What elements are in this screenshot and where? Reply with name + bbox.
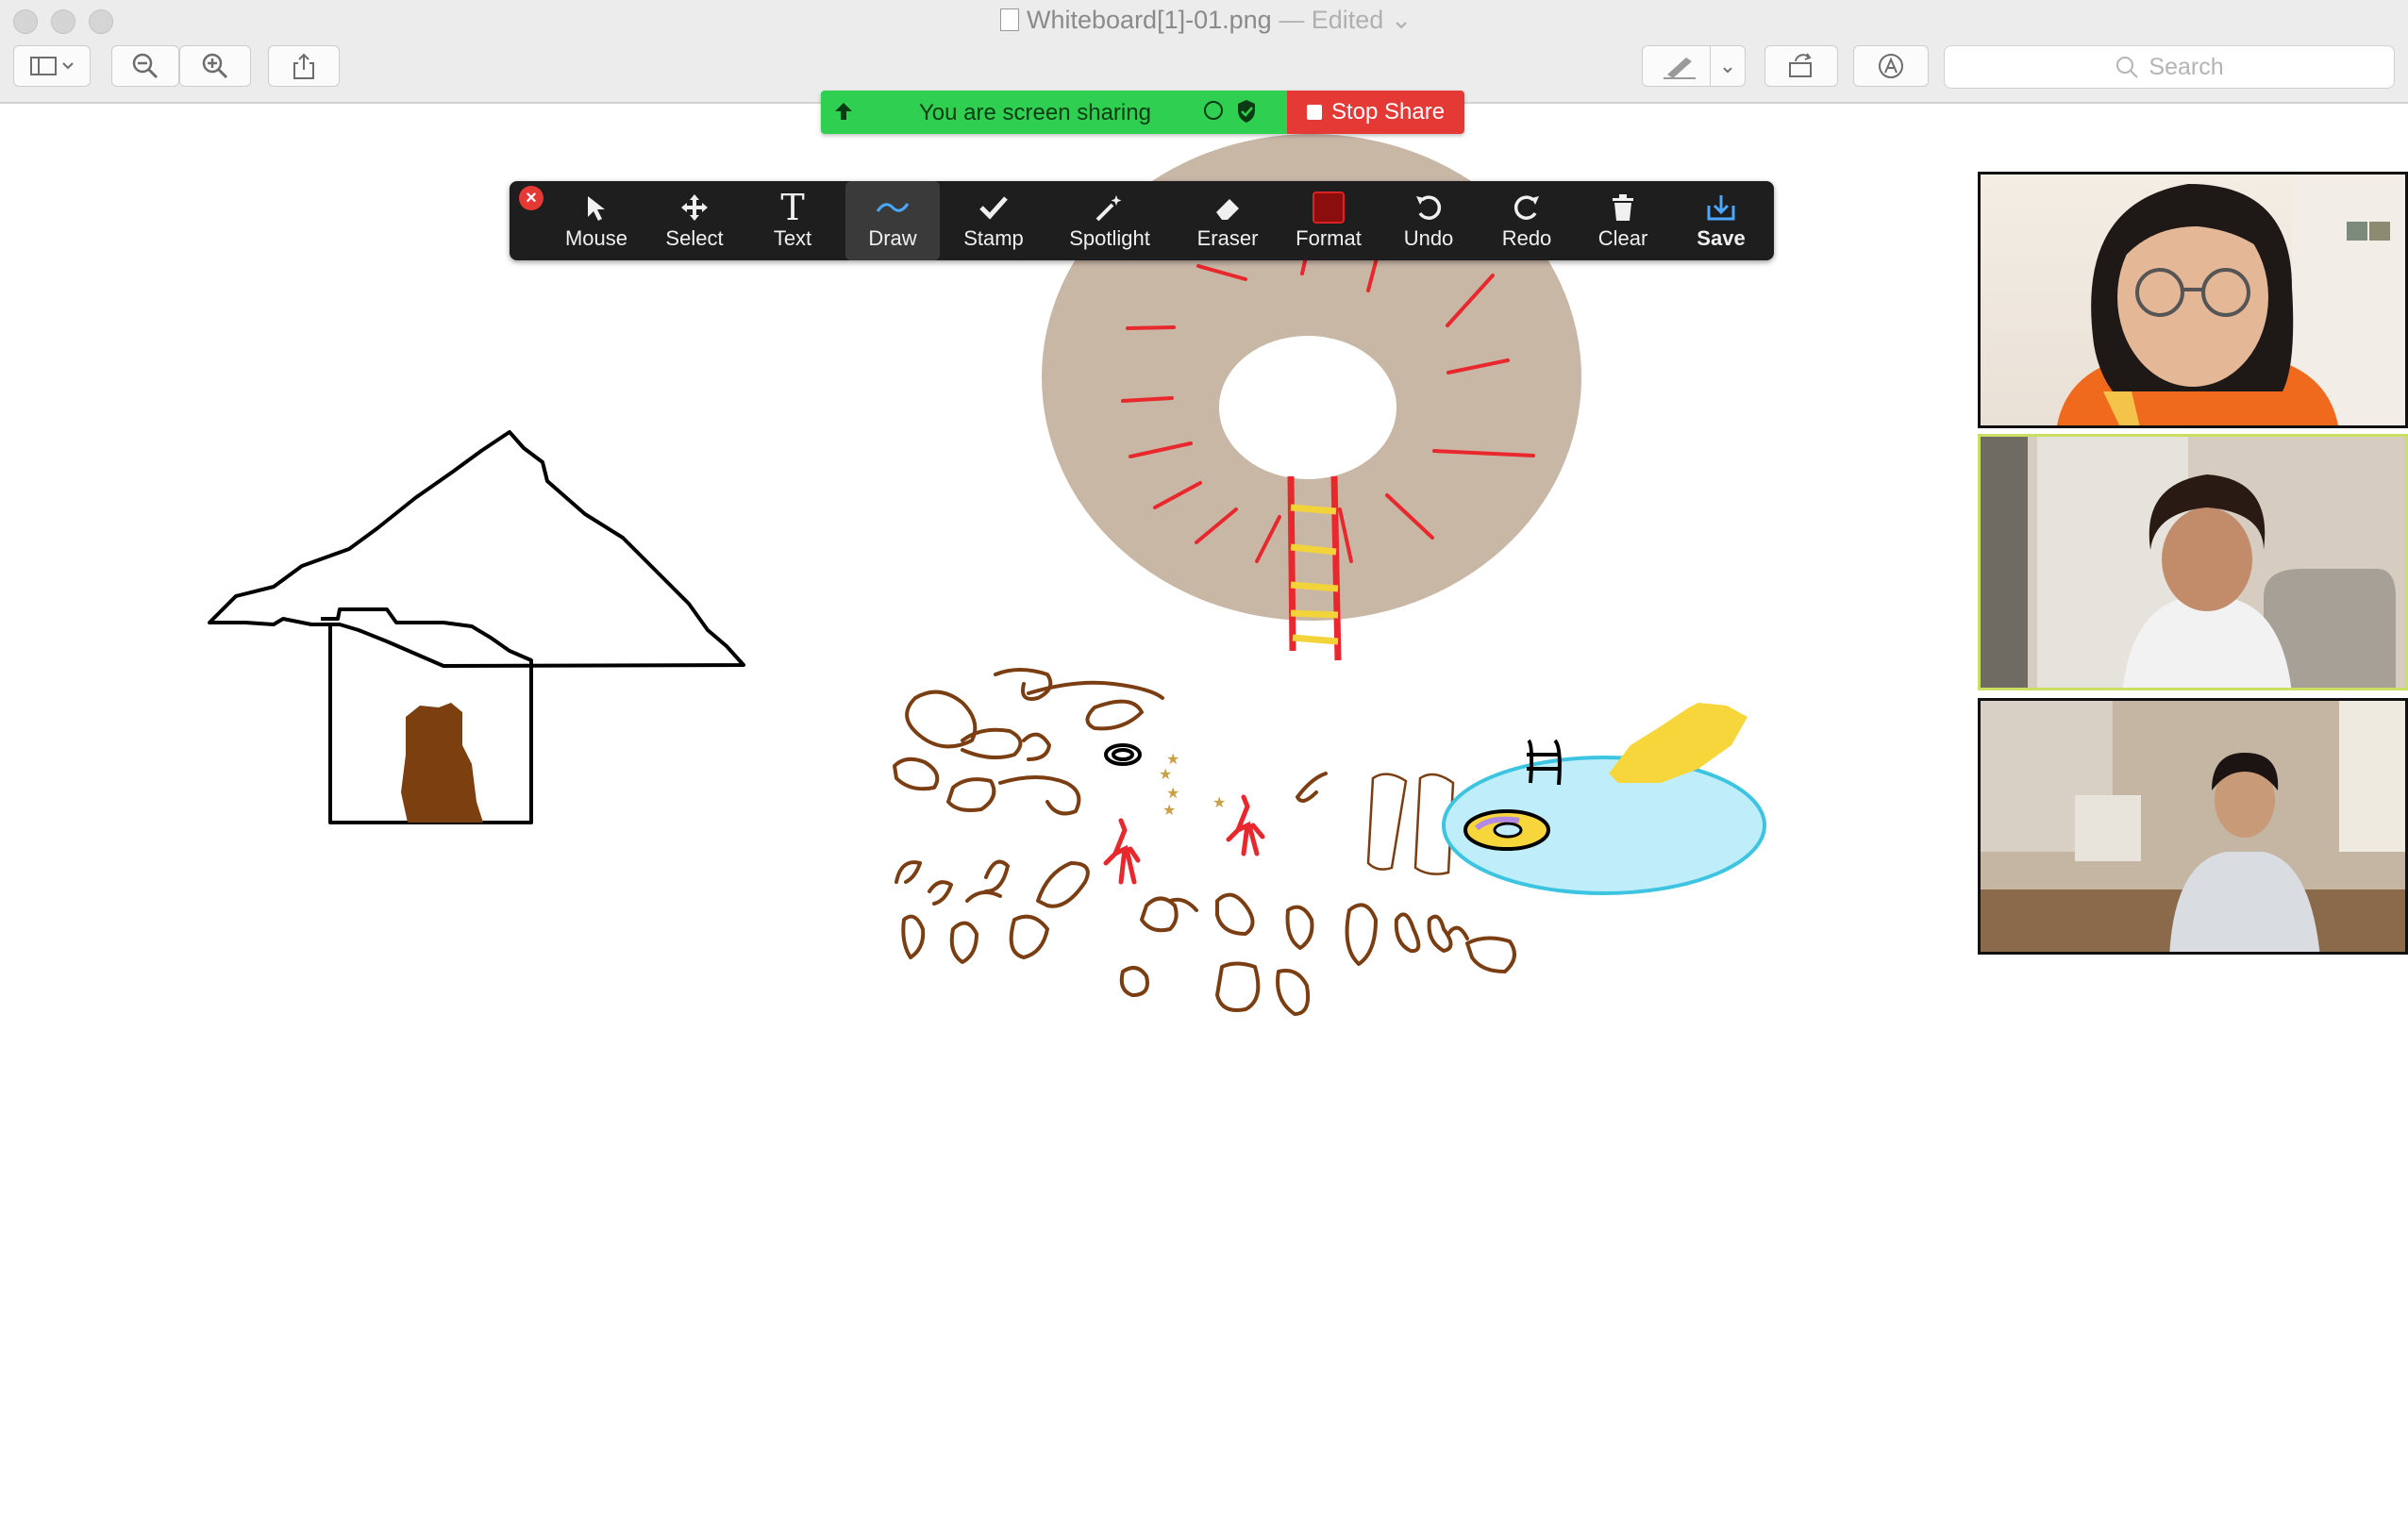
tool-label: Redo xyxy=(1501,226,1552,250)
close-annotation-icon[interactable]: × xyxy=(519,186,543,210)
tool-label: Clear xyxy=(1597,226,1648,250)
color-swatch-icon xyxy=(1313,189,1345,226)
sharing-status[interactable]: You are screen sharing xyxy=(821,91,1287,134)
svg-text:★: ★ xyxy=(1212,793,1226,811)
pool-float xyxy=(1609,703,1747,783)
tool-label: Stamp xyxy=(963,226,1024,250)
tool-stamp[interactable]: Stamp xyxy=(942,181,1045,260)
video-tile-participant-3[interactable] xyxy=(1978,698,2408,955)
sharing-status-text: You are screen sharing xyxy=(919,100,1151,125)
bowl-doodle xyxy=(1104,743,1142,766)
tool-label: Eraser xyxy=(1196,226,1259,250)
tool-label: Undo xyxy=(1403,226,1454,250)
tool-undo[interactable]: Undo xyxy=(1381,181,1476,260)
svg-text:★: ★ xyxy=(1162,801,1176,819)
participant-avatar xyxy=(2057,175,2405,425)
redo-icon xyxy=(1511,189,1543,226)
text-icon: T xyxy=(780,187,805,228)
sharing-indicator-icon xyxy=(1204,101,1223,120)
tool-text[interactable]: T Text xyxy=(745,181,840,260)
log-doodles xyxy=(1366,773,1455,875)
stop-share-label: Stop Share xyxy=(1330,99,1446,125)
video-tile-participant-2[interactable] xyxy=(1978,434,2408,690)
checkmark-icon xyxy=(978,189,1009,226)
tool-draw[interactable]: Draw xyxy=(845,181,940,260)
participant-avatar xyxy=(1981,437,2405,688)
tool-label: Save xyxy=(1697,226,1746,250)
house-drawing xyxy=(208,430,745,824)
shield-icon[interactable] xyxy=(1236,99,1257,130)
trash-icon xyxy=(1610,189,1636,226)
share-arrow-icon xyxy=(832,100,855,129)
tool-label: Text xyxy=(773,226,812,250)
tool-save[interactable]: Save xyxy=(1674,181,1768,260)
red-figures xyxy=(1103,794,1265,885)
video-tile-participant-1[interactable] xyxy=(1978,172,2408,428)
tool-eraser[interactable]: Eraser xyxy=(1176,181,1279,260)
undo-icon xyxy=(1413,189,1445,226)
pool-donut-float xyxy=(1463,809,1550,851)
donut-hole xyxy=(1219,336,1396,479)
stop-icon xyxy=(1306,105,1322,120)
tool-label: Draw xyxy=(868,226,917,250)
pool-drawing xyxy=(1442,703,1766,895)
tool-clear[interactable]: Clear xyxy=(1576,181,1670,260)
screen-sharing-banner: You are screen sharing Stop Share xyxy=(821,91,1464,134)
tool-redo[interactable]: Redo xyxy=(1480,181,1574,260)
eraser-icon xyxy=(1212,189,1243,226)
star-doodles: ★★★★ ★ xyxy=(1159,750,1226,819)
tool-select[interactable]: Select xyxy=(647,181,742,260)
svg-text:★: ★ xyxy=(1159,765,1172,783)
tool-label: Select xyxy=(665,226,724,250)
magic-wand-icon xyxy=(1094,189,1126,226)
draw-squiggle-icon xyxy=(876,189,910,226)
save-download-icon xyxy=(1705,189,1737,226)
participant-avatar xyxy=(1981,701,2405,952)
tool-mouse[interactable]: Mouse xyxy=(549,181,644,260)
tool-format[interactable]: Format xyxy=(1281,181,1376,260)
tool-spotlight[interactable]: Spotlight xyxy=(1053,181,1166,260)
svg-text:★: ★ xyxy=(1166,784,1179,802)
tool-label: Spotlight xyxy=(1069,226,1150,250)
annotation-toolbar: × Mouse Select T Text Draw Stamp Spotlig… xyxy=(510,181,1774,260)
brown-rocks xyxy=(893,668,1516,1016)
move-icon xyxy=(679,189,710,226)
tool-label: Mouse xyxy=(564,226,628,250)
tool-label: Format xyxy=(1296,226,1362,250)
house-door xyxy=(401,703,483,823)
stop-share-button[interactable]: Stop Share xyxy=(1287,91,1464,134)
pointer-icon xyxy=(582,189,610,226)
